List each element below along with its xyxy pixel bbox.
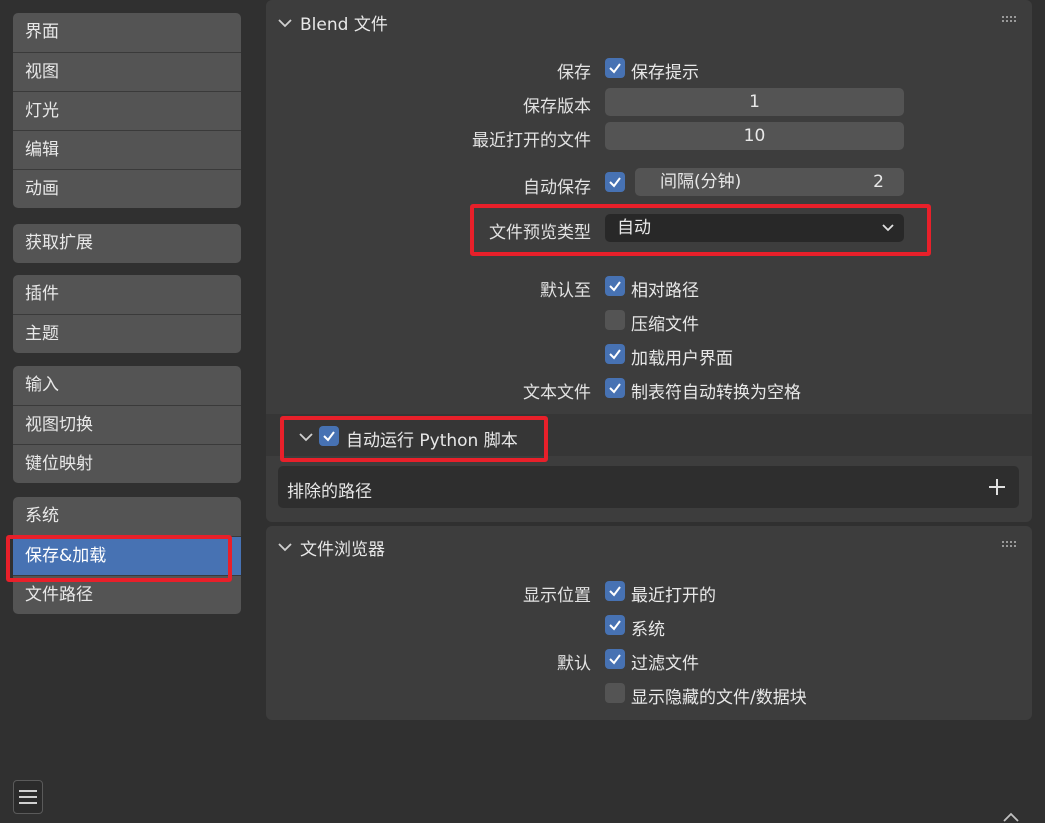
interval-value: 2 <box>873 172 884 192</box>
chevron-up-icon[interactable] <box>1002 812 1020 822</box>
save-versions-field[interactable]: 1 <box>605 88 904 116</box>
check-icon <box>609 349 621 360</box>
sidebar-item[interactable]: 界面 <box>13 13 241 52</box>
highlight-autorun-python <box>280 416 548 462</box>
default-to-label: 默认至 <box>540 281 591 301</box>
sidebar-item[interactable]: 获取扩展 <box>13 224 241 263</box>
drag-grip-icon[interactable] <box>1002 16 1018 24</box>
drag-grip-icon[interactable] <box>1002 541 1018 549</box>
check-icon <box>609 281 621 292</box>
chevron-down-icon <box>278 543 292 552</box>
sidebar-item[interactable]: 主题 <box>13 314 241 353</box>
check-icon <box>609 620 621 631</box>
sidebar-item[interactable]: 输入 <box>13 366 241 405</box>
save-prompt-label: 保存提示 <box>631 63 699 83</box>
chevron-down-icon <box>278 19 292 28</box>
defaults-label: 默认 <box>557 654 591 674</box>
autosave-checkbox[interactable] <box>605 172 625 192</box>
sidebar-item[interactable]: 动画 <box>13 169 241 208</box>
check-icon <box>609 63 621 74</box>
show-system-label: 系统 <box>631 620 665 640</box>
tabs-to-spaces-label: 制表符自动转换为空格 <box>631 383 801 403</box>
blend-file-panel: Blend 文件 保存 保存提示 保存版本 1 最近打开的文件 10 自动保存 … <box>266 0 1032 522</box>
recent-files-label: 最近打开的文件 <box>472 131 591 151</box>
show-recent-label: 最近打开的 <box>631 586 716 606</box>
sidebar-item[interactable]: 视图 <box>13 52 241 91</box>
show-recent-checkbox[interactable] <box>605 581 625 601</box>
sidebar-item[interactable]: 视图切换 <box>13 405 241 444</box>
sidebar-item[interactable]: 编辑 <box>13 130 241 169</box>
panel-title: Blend 文件 <box>300 15 388 35</box>
relative-paths-label: 相对路径 <box>631 281 699 301</box>
autosave-label: 自动保存 <box>523 178 591 198</box>
text-files-label: 文本文件 <box>523 383 591 403</box>
save-prompt-checkbox[interactable] <box>605 58 625 78</box>
interval-label: 间隔(分钟) <box>660 172 742 192</box>
file-browser-panel: 文件浏览器 显示位置 最近打开的 系统 默认 过滤文件 显示隐藏的文件/数据块 <box>266 526 1032 720</box>
check-icon <box>609 383 621 394</box>
add-icon[interactable] <box>989 479 1005 495</box>
check-icon <box>609 654 621 665</box>
menu-icon <box>19 790 37 804</box>
sidebar-group: 输入 视图切换 键位映射 <box>13 366 241 483</box>
sidebar-item[interactable]: 灯光 <box>13 91 241 130</box>
sidebar-item[interactable]: 插件 <box>13 275 241 314</box>
show-locations-label: 显示位置 <box>523 586 591 606</box>
highlight-save-load <box>6 535 232 582</box>
show-hidden-checkbox[interactable] <box>605 683 625 703</box>
show-system-checkbox[interactable] <box>605 615 625 635</box>
compress-file-label: 压缩文件 <box>631 315 699 335</box>
load-ui-checkbox[interactable] <box>605 344 625 364</box>
sidebar-item[interactable]: 键位映射 <box>13 444 241 483</box>
filter-files-label: 过滤文件 <box>631 654 699 674</box>
excluded-paths-label: 排除的路径 <box>287 482 372 502</box>
compress-file-checkbox[interactable] <box>605 310 625 330</box>
tabs-to-spaces-checkbox[interactable] <box>605 378 625 398</box>
filter-files-checkbox[interactable] <box>605 649 625 669</box>
hamburger-menu-button[interactable] <box>13 780 43 814</box>
recent-files-field[interactable]: 10 <box>605 122 904 150</box>
check-icon <box>609 177 621 188</box>
sidebar-group: 界面 视图 灯光 编辑 动画 <box>13 13 241 208</box>
save-label: 保存 <box>557 63 591 83</box>
sidebar-group: 获取扩展 <box>13 224 241 263</box>
blend-panel-header[interactable]: Blend 文件 <box>266 0 1032 40</box>
panel-title: 文件浏览器 <box>300 540 385 560</box>
highlight-preview-type <box>470 204 931 256</box>
load-ui-label: 加载用户界面 <box>631 349 733 369</box>
check-icon <box>609 586 621 597</box>
show-hidden-label: 显示隐藏的文件/数据块 <box>631 688 807 708</box>
file-browser-panel-header[interactable]: 文件浏览器 <box>266 526 1032 566</box>
relative-paths-checkbox[interactable] <box>605 276 625 296</box>
save-versions-label: 保存版本 <box>523 97 591 117</box>
autosave-interval-field[interactable]: 间隔(分钟) 2 <box>635 168 904 196</box>
excluded-paths-row[interactable]: 排除的路径 <box>278 466 1019 508</box>
sidebar-item[interactable]: 系统 <box>13 497 241 536</box>
sidebar-group: 插件 主题 <box>13 275 241 353</box>
